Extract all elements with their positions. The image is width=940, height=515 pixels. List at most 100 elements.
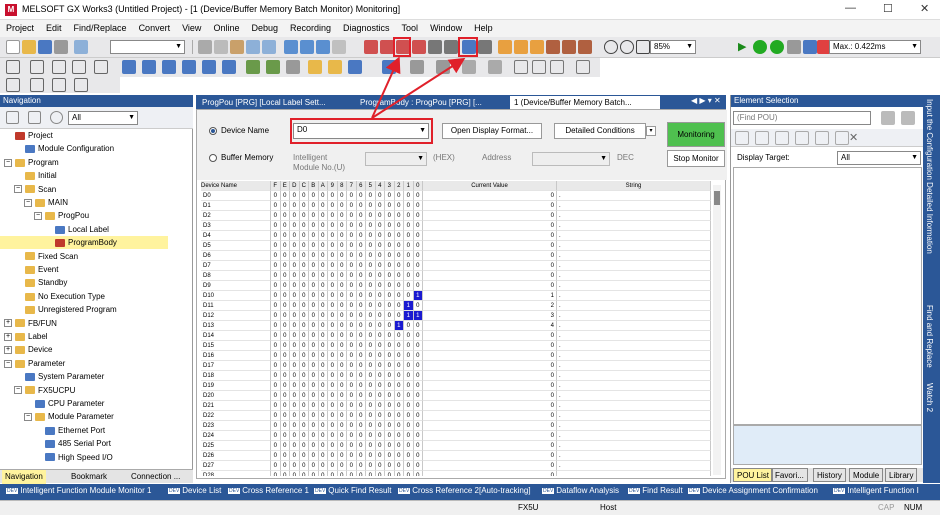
bit-cell[interactable]: 0 — [394, 281, 404, 291]
write-plc-icon[interactable] — [364, 40, 378, 54]
bit-cell[interactable]: 0 — [375, 191, 385, 201]
vertical-scrollbar[interactable] — [713, 185, 721, 475]
bit-cell[interactable]: 0 — [394, 231, 404, 241]
tree-node[interactable]: − MAIN — [0, 196, 68, 209]
star-icon[interactable] — [815, 131, 829, 145]
bit-cell[interactable]: 0 — [375, 461, 385, 471]
bit-cell[interactable]: 0 — [290, 451, 300, 461]
tree-node[interactable]: + Label — [0, 330, 48, 343]
pou-list[interactable] — [733, 167, 922, 425]
bit-cell[interactable]: 0 — [394, 251, 404, 261]
bit-cell[interactable]: 0 — [347, 291, 357, 301]
bit-cell[interactable]: 0 — [366, 231, 376, 241]
bit-cell[interactable]: 0 — [290, 331, 300, 341]
bit-cell[interactable]: 0 — [328, 361, 338, 371]
bit-cell[interactable]: 0 — [328, 421, 338, 431]
undo-icon[interactable] — [74, 40, 88, 54]
bit-cell[interactable]: 0 — [394, 371, 404, 381]
bit-cell[interactable]: 0 — [328, 231, 338, 241]
table-row[interactable]: D25 0 0 0 0 0 0 0 0 0 0 0 0 0 0 0 0 0. — [201, 441, 711, 451]
save-icon[interactable] — [38, 40, 52, 54]
bit-cell[interactable]: 0 — [280, 441, 290, 451]
bit-cell[interactable]: 0 — [385, 331, 395, 341]
bit-cell[interactable]: 1 — [413, 291, 423, 301]
bit-cell[interactable]: 0 — [347, 381, 357, 391]
bit-cell[interactable]: 0 — [318, 291, 328, 301]
bit-cell[interactable]: 0 — [337, 311, 347, 321]
bit-cell[interactable]: 0 — [337, 201, 347, 211]
bit-cell[interactable]: 0 — [299, 421, 309, 431]
tab-watch-2[interactable]: Watch 2 — [925, 383, 934, 412]
bit-cell[interactable]: 0 — [290, 291, 300, 301]
bit-cell[interactable]: 0 — [290, 301, 300, 311]
bit-cell[interactable]: 0 — [271, 271, 281, 281]
bit-cell[interactable]: 0 — [309, 331, 319, 341]
bit-cell[interactable]: 0 — [290, 421, 300, 431]
bit-cell[interactable]: 0 — [413, 201, 423, 211]
bit-cell[interactable]: 0 — [347, 231, 357, 241]
bit-cell[interactable]: 0 — [271, 321, 281, 331]
bit-cell[interactable]: 0 — [413, 441, 423, 451]
current-value-cell[interactable]: 0 — [423, 381, 557, 391]
bit-cell[interactable]: 0 — [394, 241, 404, 251]
current-value-cell[interactable]: 0 — [423, 231, 557, 241]
bit-cell[interactable]: 0 — [328, 321, 338, 331]
bit-cell[interactable]: 0 — [337, 281, 347, 291]
table-row[interactable]: D24 0 0 0 0 0 0 0 0 0 0 0 0 0 0 0 0 0. — [201, 431, 711, 441]
bit-cell[interactable]: 0 — [318, 301, 328, 311]
bit-cell[interactable]: 0 — [328, 441, 338, 451]
bit-cell[interactable]: 0 — [309, 271, 319, 281]
table-row[interactable]: D11 0 0 0 0 0 0 0 0 0 0 0 0 0 0 1 0 2. — [201, 301, 711, 311]
column-header[interactable]: 6 — [356, 181, 366, 191]
bit-cell[interactable]: 0 — [394, 411, 404, 421]
bit-cell[interactable]: 0 — [337, 271, 347, 281]
bit-cell[interactable]: 0 — [337, 261, 347, 271]
bit-cell[interactable]: 0 — [375, 261, 385, 271]
bit-cell[interactable]: 0 — [280, 321, 290, 331]
zoom-combo[interactable]: 85% ▼ — [650, 40, 696, 54]
tab-intelligent-monitor[interactable]: DEV Intelligent Function Module Monitor 1 — [6, 486, 151, 495]
bit-cell[interactable]: 0 — [394, 221, 404, 231]
bit-cell[interactable]: 0 — [309, 441, 319, 451]
tab-bookmark[interactable]: Bookmark — [68, 470, 110, 484]
bit-cell[interactable]: 0 — [271, 201, 281, 211]
bit-cell[interactable]: 0 — [290, 431, 300, 441]
bit-cell[interactable]: 0 — [375, 401, 385, 411]
current-value-cell[interactable]: 1 — [423, 291, 557, 301]
monitor-stop-icon[interactable] — [787, 40, 801, 54]
bit-cell[interactable]: 0 — [271, 211, 281, 221]
sfc-abc-icon[interactable] — [52, 78, 66, 92]
bit-cell[interactable]: 0 — [299, 251, 309, 261]
bit-cell[interactable]: 0 — [404, 361, 414, 371]
bit-cell[interactable]: 0 — [299, 361, 309, 371]
zoom-in-icon[interactable] — [604, 40, 618, 54]
bit-cell[interactable]: 0 — [413, 391, 423, 401]
bit-cell[interactable]: 0 — [299, 231, 309, 241]
bit-cell[interactable]: 0 — [404, 251, 414, 261]
table-row[interactable]: D17 0 0 0 0 0 0 0 0 0 0 0 0 0 0 0 0 0. — [201, 361, 711, 371]
bit-cell[interactable]: 0 — [318, 231, 328, 241]
bit-cell[interactable]: 0 — [385, 271, 395, 281]
bit-cell[interactable]: 0 — [328, 471, 338, 476]
bit-cell[interactable]: 0 — [375, 361, 385, 371]
bit-cell[interactable]: 0 — [385, 281, 395, 291]
module-icon[interactable] — [428, 40, 442, 54]
bit-cell[interactable]: 0 — [394, 341, 404, 351]
contact-16-icon[interactable] — [30, 60, 44, 74]
collapse-icon[interactable]: − — [34, 212, 42, 221]
table-row[interactable]: D18 0 0 0 0 0 0 0 0 0 0 0 0 0 0 0 0 0. — [201, 371, 711, 381]
bit-cell[interactable]: 0 — [347, 201, 357, 211]
bit-cell[interactable]: 0 — [309, 361, 319, 371]
bit-cell[interactable]: 0 — [299, 391, 309, 401]
tree-node[interactable]: CPU Parameter — [0, 397, 104, 410]
bit-cell[interactable]: 0 — [309, 451, 319, 461]
module-no-combo[interactable]: ▼ — [365, 152, 427, 166]
tab-cross-reference-1[interactable]: DEV Cross Reference 1 — [228, 486, 309, 495]
new-project-icon[interactable] — [6, 40, 20, 54]
bit-cell[interactable]: 0 — [394, 261, 404, 271]
bit-cell[interactable]: 0 — [375, 291, 385, 301]
tree-node[interactable]: − Module Parameter — [0, 410, 114, 423]
bit-cell[interactable]: 0 — [385, 261, 395, 271]
device-list-icon[interactable] — [332, 40, 346, 54]
bit-cell[interactable]: 0 — [318, 381, 328, 391]
